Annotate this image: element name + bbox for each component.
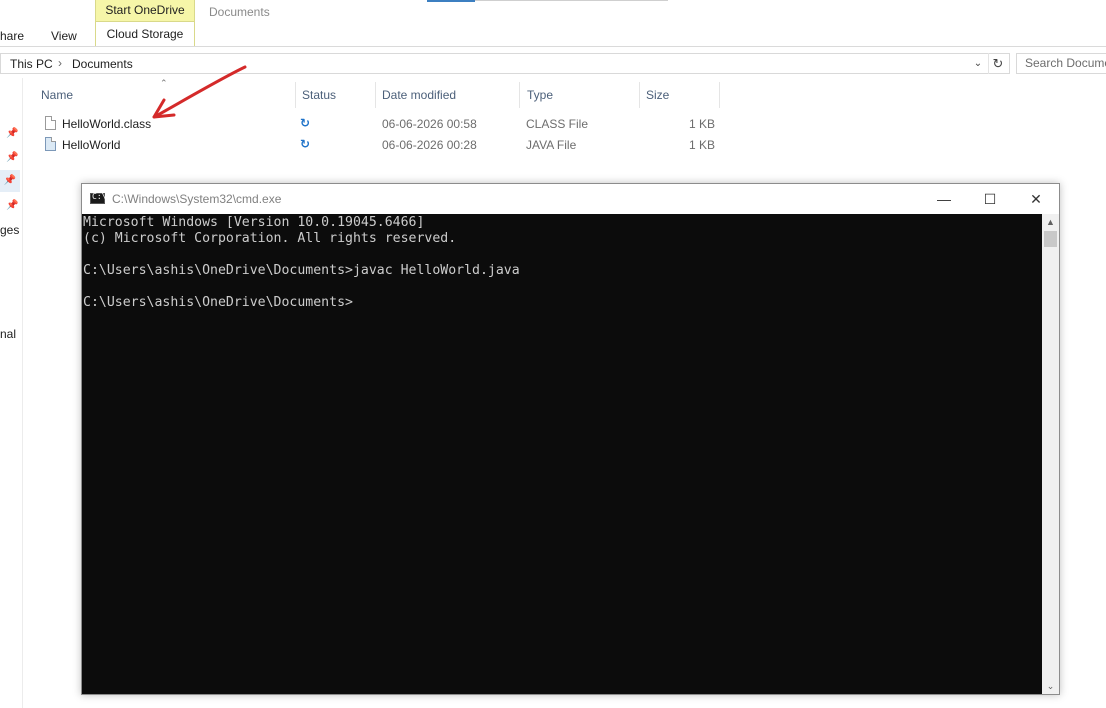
window-title: Documents	[209, 5, 270, 19]
console-output[interactable]: Microsoft Windows [Version 10.0.19045.64…	[83, 215, 520, 311]
column-header-date[interactable]: Date modified	[382, 88, 456, 102]
column-separator[interactable]	[639, 82, 640, 108]
nav-divider	[22, 78, 23, 708]
column-header-type[interactable]: Type	[527, 88, 553, 102]
column-separator[interactable]	[719, 82, 720, 108]
column-header-status[interactable]: Status	[302, 88, 336, 102]
pin-icon[interactable]: 📌	[6, 200, 18, 212]
file-size: 1 KB	[689, 117, 716, 131]
file-size: 1 KB	[689, 138, 716, 152]
onedrive-context-header[interactable]: Start OneDrive	[95, 0, 195, 22]
pin-icon-selected[interactable]: 📌	[0, 170, 20, 192]
minimize-button[interactable]: —	[921, 184, 967, 214]
file-date: 06-06-2026 00:28	[382, 138, 477, 152]
breadcrumb-this-pc[interactable]: This PC	[10, 57, 53, 71]
scroll-down-icon[interactable]: ⌄	[1042, 678, 1059, 694]
pin-icon[interactable]: 📌	[6, 152, 18, 164]
class-file-icon	[45, 116, 56, 130]
column-separator[interactable]	[519, 82, 520, 108]
file-type: JAVA File	[526, 138, 577, 152]
file-date: 06-06-2026 00:58	[382, 117, 477, 131]
cmd-scrollbar[interactable]	[1042, 214, 1059, 694]
cmd-scroll-thumb[interactable]	[1044, 231, 1057, 247]
close-button[interactable]: ✕	[1013, 184, 1059, 214]
file-type: CLASS File	[526, 117, 589, 131]
sync-status-icon: ↻	[300, 137, 311, 151]
breadcrumb-documents[interactable]: Documents	[72, 57, 133, 71]
column-header-size[interactable]: Size	[646, 88, 669, 102]
tab-cloud-storage[interactable]: Cloud Storage	[95, 22, 195, 46]
refresh-icon[interactable]: ↻	[988, 53, 1007, 74]
pin-icon[interactable]: 📌	[6, 128, 18, 140]
ribbon: hare View Start OneDrive Cloud Storage D…	[0, 0, 1106, 47]
scroll-up-icon[interactable]: ▲	[1042, 214, 1059, 230]
cmd-titlebar[interactable]: C:\ C:\Windows\System32\cmd.exe — ☐ ✕	[82, 184, 1059, 214]
tab-view[interactable]: View	[51, 29, 77, 43]
chevron-down-icon[interactable]: ⌄	[971, 56, 985, 72]
column-header-name[interactable]: Name	[41, 88, 73, 102]
cmd-app-icon: C:\	[90, 192, 106, 204]
annotation-arrow-icon	[152, 65, 247, 119]
sync-status-icon: ↻	[300, 116, 311, 130]
tab-share[interactable]: hare	[0, 29, 24, 43]
search-input[interactable]: Search Documents	[1016, 53, 1106, 74]
column-separator[interactable]	[295, 82, 296, 108]
file-name[interactable]: HelloWorld	[62, 138, 120, 152]
maximize-button[interactable]: ☐	[967, 184, 1013, 214]
file-name[interactable]: HelloWorld.class	[62, 117, 151, 131]
title-accent-bar	[427, 0, 475, 2]
breadcrumb-separator-icon[interactable]: ›	[58, 56, 62, 70]
cmd-window[interactable]: C:\ C:\Windows\System32\cmd.exe — ☐ ✕ Mi…	[81, 183, 1060, 695]
nav-item-label[interactable]: nal	[0, 327, 16, 341]
java-file-icon	[45, 137, 56, 151]
title-divider	[475, 0, 668, 1]
nav-item-label[interactable]: ges	[0, 223, 19, 237]
cmd-window-title: C:\Windows\System32\cmd.exe	[112, 192, 282, 206]
column-separator[interactable]	[375, 82, 376, 108]
cmd-console[interactable]: Microsoft Windows [Version 10.0.19045.64…	[82, 214, 1042, 694]
